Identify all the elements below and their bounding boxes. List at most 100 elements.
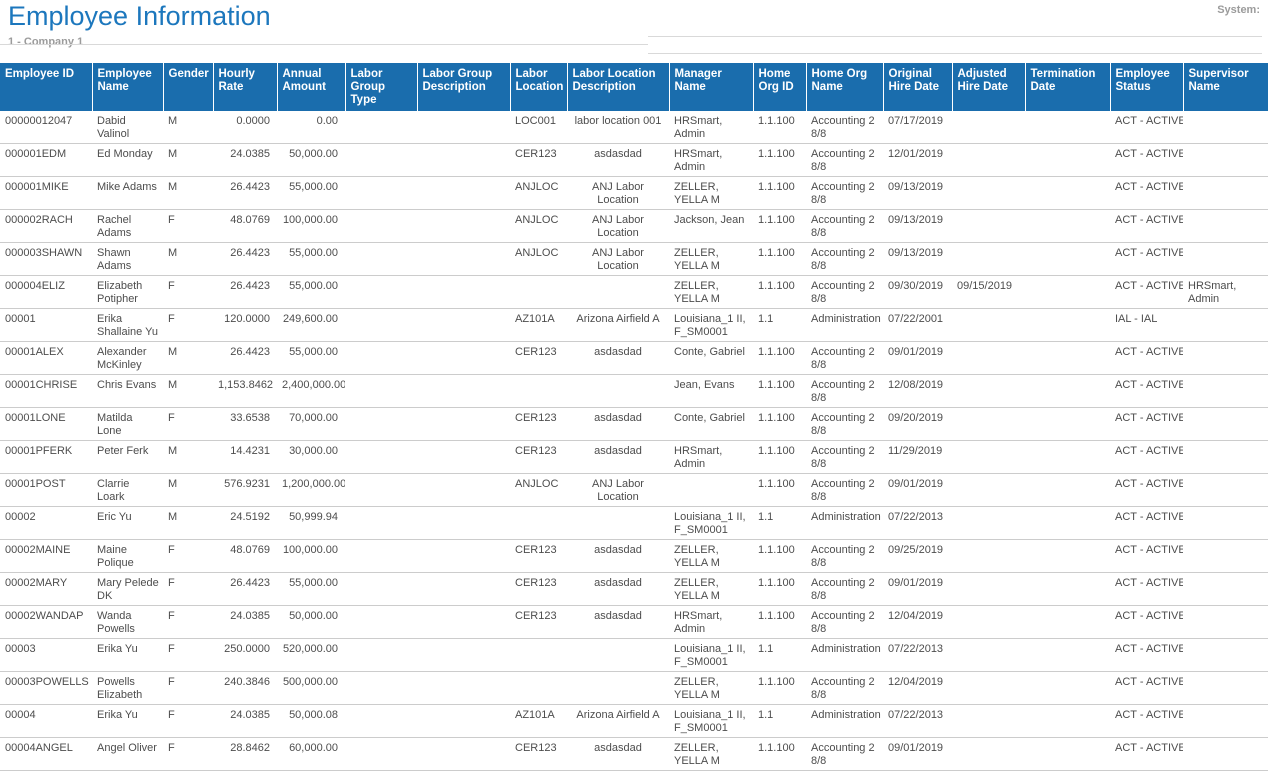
cell-home_org_id: 1.1.100 [753, 606, 806, 639]
cell-termination_date [1025, 672, 1110, 705]
cell-labor_group_description [417, 639, 510, 672]
cell-labor_group_type [345, 375, 417, 408]
cell-manager_name: Conte, Gabriel [669, 342, 753, 375]
cell-home_org_name: Administration [806, 309, 883, 342]
cell-original_hire_date: 07/22/2013 [883, 639, 952, 672]
cell-labor_group_description [417, 705, 510, 738]
cell-supervisor_name [1183, 144, 1268, 177]
cell-labor_group_type [345, 243, 417, 276]
cell-original_hire_date: 09/25/2019 [883, 540, 952, 573]
cell-labor_group_description [417, 408, 510, 441]
cell-employee_status: ACT - ACTIVE [1110, 573, 1183, 606]
column-header-labor_group_description: Labor Group Description [417, 63, 510, 111]
cell-original_hire_date: 07/22/2001 [883, 309, 952, 342]
cell-employee_id: 000001MIKE [0, 177, 92, 210]
table-row: 00002Eric YuM24.519250,999.94Louisiana_1… [0, 507, 1268, 540]
cell-termination_date [1025, 606, 1110, 639]
cell-termination_date [1025, 441, 1110, 474]
cell-home_org_id: 1.1.100 [753, 375, 806, 408]
cell-hourly_rate: 24.5192 [213, 507, 277, 540]
cell-labor_group_type [345, 705, 417, 738]
column-header-home_org_name: Home Org Name [806, 63, 883, 111]
cell-labor_location: CER123 [510, 144, 567, 177]
cell-labor_group_type [345, 606, 417, 639]
table-row: 00002WANDAPWanda PowellsF24.038550,000.0… [0, 606, 1268, 639]
header-row: Employee IDEmployee NameGenderHourly Rat… [0, 63, 1268, 111]
cell-labor_group_type [345, 474, 417, 507]
cell-employee_status: IAL - IAL [1110, 309, 1183, 342]
cell-employee_status: ACT - ACTIVE [1110, 639, 1183, 672]
cell-manager_name [669, 474, 753, 507]
cell-employee_id: 00002WANDAP [0, 606, 92, 639]
cell-manager_name: ZELLER, YELLA M [669, 243, 753, 276]
cell-employee_name: Erika Yu [92, 639, 163, 672]
cell-labor_group_type [345, 639, 417, 672]
table-row: 000004ELIZElizabeth PotipherF26.442355,0… [0, 276, 1268, 309]
page-title: Employee Information [8, 1, 271, 32]
cell-gender: M [163, 177, 213, 210]
cell-termination_date [1025, 573, 1110, 606]
cell-employee_id: 00004 [0, 705, 92, 738]
cell-home_org_id: 1.1.100 [753, 342, 806, 375]
cell-labor_group_type [345, 573, 417, 606]
cell-adjusted_hire_date [952, 309, 1025, 342]
cell-home_org_id: 1.1.100 [753, 441, 806, 474]
cell-labor_location: LOC001 [510, 111, 567, 144]
cell-employee_name: Erika Yu [92, 705, 163, 738]
column-header-home_org_id: Home Org ID [753, 63, 806, 111]
cell-labor_group_description [417, 144, 510, 177]
cell-original_hire_date: 07/17/2019 [883, 111, 952, 144]
cell-original_hire_date: 09/30/2019 [883, 276, 952, 309]
cell-hourly_rate: 48.0769 [213, 210, 277, 243]
cell-manager_name: HRSmart, Admin [669, 441, 753, 474]
cell-annual_amount: 70,000.00 [277, 408, 345, 441]
cell-labor_group_description [417, 276, 510, 309]
cell-manager_name: ZELLER, YELLA M [669, 177, 753, 210]
cell-employee_id: 00003 [0, 639, 92, 672]
cell-employee_name: Alexander McKinley [92, 342, 163, 375]
cell-hourly_rate: 576.9231 [213, 474, 277, 507]
cell-employee_name: Eric Yu [92, 507, 163, 540]
cell-supervisor_name [1183, 111, 1268, 144]
cell-employee_status: ACT - ACTIVE [1110, 540, 1183, 573]
cell-home_org_name: Accounting 2 8/8 [806, 243, 883, 276]
cell-hourly_rate: 0.0000 [213, 111, 277, 144]
cell-home_org_id: 1.1.100 [753, 210, 806, 243]
cell-original_hire_date: 09/01/2019 [883, 342, 952, 375]
cell-employee_status: ACT - ACTIVE [1110, 606, 1183, 639]
cell-supervisor_name [1183, 474, 1268, 507]
cell-labor_group_type [345, 540, 417, 573]
cell-labor_location_description: asdasdad [567, 540, 669, 573]
cell-termination_date [1025, 111, 1110, 144]
cell-employee_name: Rachel Adams [92, 210, 163, 243]
cell-original_hire_date: 12/08/2019 [883, 375, 952, 408]
table-row: 00001LONEMatilda LoneF33.653870,000.00CE… [0, 408, 1268, 441]
cell-manager_name: ZELLER, YELLA M [669, 573, 753, 606]
cell-termination_date [1025, 507, 1110, 540]
cell-hourly_rate: 26.4423 [213, 573, 277, 606]
cell-labor_group_type [345, 672, 417, 705]
cell-labor_group_description [417, 177, 510, 210]
cell-labor_location: CER123 [510, 342, 567, 375]
column-header-employee_id: Employee ID [0, 63, 92, 111]
table-row: 00002MARYMary Pelede DKF26.442355,000.00… [0, 573, 1268, 606]
cell-manager_name: HRSmart, Admin [669, 144, 753, 177]
cell-home_org_name: Administration [806, 507, 883, 540]
cell-employee_id: 000001EDM [0, 144, 92, 177]
cell-adjusted_hire_date [952, 672, 1025, 705]
cell-labor_location_description [567, 639, 669, 672]
cell-labor_group_description [417, 375, 510, 408]
cell-labor_location: CER123 [510, 738, 567, 771]
cell-adjusted_hire_date [952, 540, 1025, 573]
cell-termination_date [1025, 738, 1110, 771]
cell-employee_name: Mike Adams [92, 177, 163, 210]
cell-home_org_name: Accounting 2 8/8 [806, 375, 883, 408]
table-row: 00001POSTClarrie LoarkM576.92311,200,000… [0, 474, 1268, 507]
cell-hourly_rate: 24.0385 [213, 144, 277, 177]
cell-employee_status: ACT - ACTIVE [1110, 243, 1183, 276]
cell-home_org_name: Accounting 2 8/8 [806, 738, 883, 771]
cell-employee_status: ACT - ACTIVE [1110, 144, 1183, 177]
cell-original_hire_date: 07/22/2013 [883, 705, 952, 738]
cell-labor_location: AZ101A [510, 309, 567, 342]
cell-manager_name: Jean, Evans [669, 375, 753, 408]
